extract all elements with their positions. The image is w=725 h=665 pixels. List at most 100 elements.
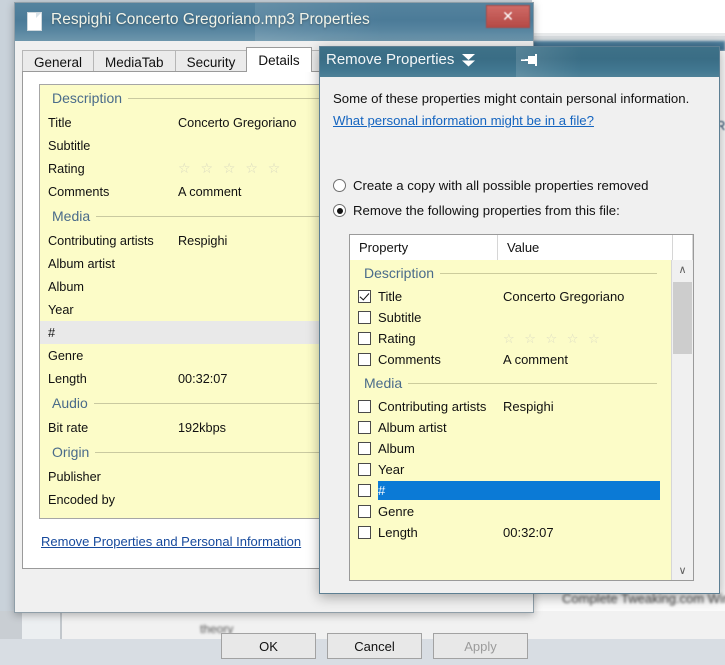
listbox-scrollbar[interactable]: ∧ ∨ <box>671 260 693 580</box>
listbox-row-content: Comments A comment <box>378 352 568 367</box>
checkbox-unchecked-icon[interactable] <box>358 484 371 497</box>
checkbox-unchecked-icon[interactable] <box>358 526 371 539</box>
listbox-row-value: Concerto Gregoriano <box>503 289 625 304</box>
details-group-label: Media <box>52 208 91 224</box>
column-header-value[interactable]: Value <box>498 235 673 260</box>
tab-mediatab[interactable]: MediaTab <box>93 50 176 72</box>
properties-ok-button[interactable]: OK <box>221 633 316 659</box>
details-row-value: Respighi <box>178 233 228 248</box>
listbox-row-property: # <box>378 483 386 498</box>
details-row-value: A comment <box>178 184 242 199</box>
listbox-row-content: Genre <box>378 504 503 519</box>
personal-info-note: Some of these properties might contain p… <box>333 91 690 106</box>
listbox-row-property: Rating <box>378 331 416 346</box>
listbox-row-value: 00:32:07 <box>503 525 554 540</box>
details-row-value: 192kbps <box>178 420 226 435</box>
tab-details[interactable]: Details <box>246 47 312 72</box>
listbox-row[interactable]: Title Concerto Gregoriano <box>350 286 671 307</box>
listbox-row-content: # <box>378 481 660 500</box>
checkbox-unchecked-icon[interactable] <box>358 332 371 345</box>
scroll-down-icon[interactable]: ∨ <box>672 561 693 580</box>
listbox-row-content: Contributing artists Respighi <box>378 399 554 414</box>
listbox-scroll-pane[interactable]: Description Title Concerto Gregoriano Subti… <box>350 260 671 580</box>
remove-dialog-title: Remove Properties <box>326 51 455 68</box>
listbox-row-content: Title Concerto Gregoriano <box>378 289 624 304</box>
remove-dialog-titlebar[interactable]: Remove Properties <box>320 47 719 77</box>
details-row-name: Album artist <box>48 256 115 271</box>
checkbox-unchecked-icon[interactable] <box>358 463 371 476</box>
radio-create-copy-label: Create a copy with all possible properti… <box>353 178 649 193</box>
details-row-name: Length <box>48 371 87 386</box>
remove-properties-dialog: Remove Properties Some of these properti… <box>319 46 720 594</box>
details-row-name: Encoded by <box>48 492 116 507</box>
checkbox-checked-icon[interactable] <box>358 290 371 303</box>
rating-stars: ☆ ☆ ☆ ☆ ☆ <box>178 160 284 176</box>
listbox-row-content: Album artist <box>378 420 503 435</box>
checkbox-unchecked-icon[interactable] <box>358 421 371 434</box>
details-row-name: Comments <box>48 184 110 199</box>
listbox-group-header: Media <box>350 370 671 396</box>
listbox-row[interactable]: Album <box>350 438 671 459</box>
listbox-row[interactable]: Album artist <box>350 417 671 438</box>
listbox-row-property: Comments <box>378 352 441 367</box>
column-header-extra[interactable] <box>673 235 693 260</box>
listbox-row[interactable]: Contributing artists Respighi <box>350 396 671 417</box>
details-row-name: Bit rate <box>48 420 89 435</box>
chevron-double-down-icon[interactable] <box>461 53 476 71</box>
listbox-group-header: Description <box>350 260 671 286</box>
listbox-row[interactable]: Comments A comment <box>350 349 671 370</box>
checkbox-unchecked-icon[interactable] <box>358 311 371 324</box>
tab-general[interactable]: General <box>22 50 95 72</box>
listbox-row[interactable]: Year <box>350 459 671 480</box>
details-group-label: Audio <box>52 395 88 411</box>
properties-apply-button[interactable]: Apply <box>433 633 528 659</box>
checkbox-unchecked-icon[interactable] <box>358 400 371 413</box>
window-title: Respighi Concerto Gregoriano.mp3 Propert… <box>51 11 370 28</box>
details-row-name: Rating <box>48 161 85 176</box>
personal-info-help-link[interactable]: What personal information might be in a … <box>333 113 594 128</box>
listbox-row[interactable]: # <box>350 480 671 501</box>
listbox-row[interactable]: Length 00:32:07 <box>350 522 671 543</box>
listbox-row-property: Year <box>378 462 405 477</box>
radio-create-copy[interactable]: Create a copy with all possible properti… <box>333 178 648 193</box>
listbox-row-content: Year <box>378 462 503 477</box>
rating-stars: ☆ ☆ ☆ ☆ ☆ <box>503 330 603 346</box>
listbox-row-content: Album <box>378 441 503 456</box>
radio-remove-following-label: Remove the following properties from thi… <box>353 203 620 218</box>
background-taskbar-left <box>0 611 22 639</box>
listbox-group-label: Media <box>364 375 403 391</box>
scrollbar-thumb[interactable] <box>673 282 692 354</box>
details-row-name: # <box>48 325 56 340</box>
details-group-label: Description <box>52 90 123 106</box>
radio-remove-following-indicator[interactable] <box>333 204 346 217</box>
listbox-row-property: Contributing artists <box>378 399 487 414</box>
listbox-group-rule <box>440 272 657 274</box>
listbox-row[interactable]: Subtitle <box>350 307 671 328</box>
checkbox-unchecked-icon[interactable] <box>358 353 371 366</box>
column-header-property[interactable]: Property <box>350 235 498 260</box>
listbox-group-label: Description <box>364 265 435 281</box>
properties-titlebar[interactable]: Respighi Concerto Gregoriano.mp3 Propert… <box>15 3 533 41</box>
radio-remove-following[interactable]: Remove the following properties from thi… <box>333 203 620 218</box>
listbox-row-property: Title <box>378 289 403 304</box>
listbox-row-content: Length 00:32:07 <box>378 525 554 540</box>
remove-dialog-body: Some of these properties might contain p… <box>320 77 719 593</box>
details-row-name: Genre <box>48 348 84 363</box>
listbox-row-value: A comment <box>503 352 569 367</box>
tab-security[interactable]: Security <box>174 50 248 72</box>
remove-properties-link[interactable]: Remove Properties and Personal Informati… <box>41 534 301 549</box>
properties-listbox: Property Value Description Title Concerto … <box>349 234 694 581</box>
details-row-name: Year <box>48 302 74 317</box>
listbox-row-value: Respighi <box>503 399 554 414</box>
close-button[interactable]: ✕ <box>486 5 530 28</box>
checkbox-unchecked-icon[interactable] <box>358 442 371 455</box>
details-row-name: Subtitle <box>48 138 91 153</box>
checkbox-unchecked-icon[interactable] <box>358 505 371 518</box>
details-row-name: Album <box>48 279 84 294</box>
listbox-row[interactable]: Rating ☆ ☆ ☆ ☆ ☆ <box>350 328 671 349</box>
properties-cancel-button[interactable]: Cancel <box>327 633 422 659</box>
radio-create-copy-indicator[interactable] <box>333 179 346 192</box>
scroll-up-icon[interactable]: ∧ <box>672 260 693 279</box>
listbox-row[interactable]: Genre <box>350 501 671 522</box>
pin-icon[interactable] <box>521 53 539 69</box>
